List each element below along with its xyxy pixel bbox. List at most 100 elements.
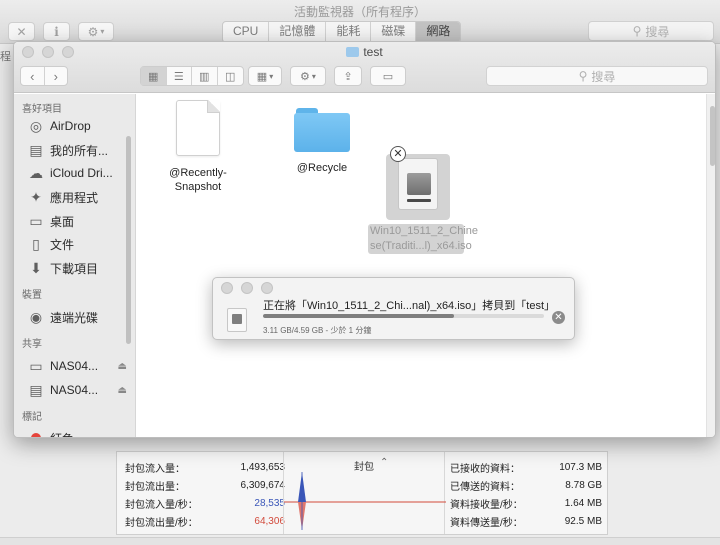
arrange-button[interactable]: ▦ ▾	[248, 66, 282, 86]
file-label: @Recently- Snapshot	[162, 166, 234, 194]
server-icon: ▤	[29, 381, 43, 398]
search-placeholder: 搜尋	[645, 24, 670, 39]
packets-in-row: 封包流入量： 1,493,653	[125, 458, 285, 476]
file-recycle-folder[interactable]: @Recycle	[286, 108, 358, 174]
zoom-window-button[interactable]	[261, 282, 273, 294]
activity-monitor-title: 活動監視器（所有程序）	[293, 5, 426, 19]
sidebar-item-tag-red[interactable]: 紅色	[28, 428, 133, 438]
packets-graph: 封包 ⌃	[283, 452, 446, 534]
sidebar-item-downloads[interactable]: ⬇ 下載項目	[28, 258, 133, 278]
sidebar-item-all-files[interactable]: ▤ 我的所有...	[28, 140, 133, 160]
sidebar-item-label: NAS04...	[50, 359, 99, 373]
chevron-left-icon: ‹	[30, 68, 35, 84]
tab-energy[interactable]: 能耗	[326, 22, 372, 42]
sidebar-item-label: 下載項目	[50, 261, 99, 276]
list-view-button[interactable]: ☰	[167, 67, 192, 85]
data-stats: 已接收的資料： 107.3 MB 已傳送的資料： 8.78 GB 資料接收量/秒： 1…	[450, 458, 602, 530]
sidebar-item-applications[interactable]: ✦ 應用程式	[28, 187, 133, 207]
sidebar-item-label: iCloud Dri...	[50, 166, 113, 180]
close-window-button[interactable]	[221, 282, 233, 294]
info-icon: i	[54, 24, 59, 39]
sidebar-item-label: 應用程式	[50, 190, 99, 205]
dialog-traffic-lights	[221, 282, 273, 294]
sidebar-scrollbar[interactable]	[126, 136, 131, 344]
devices-header: 裝置	[22, 290, 42, 301]
tab-disk[interactable]: 磁碟	[371, 22, 417, 42]
data-received-row: 已接收的資料： 107.3 MB	[450, 458, 602, 476]
sidebar-item-nas-1[interactable]: ▭ NAS04... ⏏	[28, 356, 133, 376]
data-sent-label: 已傳送的資料：	[450, 481, 520, 493]
sidebar-item-remote-disc[interactable]: ◉ 遠端光碟	[28, 307, 133, 327]
back-button[interactable]: ‹	[21, 67, 45, 85]
tab-cpu[interactable]: CPU	[223, 22, 270, 42]
downloads-icon: ⬇	[30, 259, 42, 276]
sidebar-item-icloud-drive[interactable]: ☁ iCloud Dri...	[28, 163, 133, 183]
file-recently-snapshot[interactable]: @Recently- Snapshot	[162, 100, 234, 194]
tab-memory[interactable]: 記憶體	[269, 22, 327, 42]
documents-icon: ▯	[32, 235, 40, 252]
data-sent-sec-label: 資料傳送量/秒：	[450, 517, 523, 529]
packets-out-sec-label: 封包流出量/秒：	[125, 517, 198, 529]
stop-copy-button[interactable]: ✕	[552, 311, 565, 324]
gear-menu-button[interactable]: ⚙ ▾	[78, 22, 114, 41]
folder-icon	[346, 47, 360, 57]
eject-icon[interactable]: ⏏	[118, 385, 127, 396]
airdrop-icon: ◎	[29, 117, 43, 134]
sidebar-item-nas-2[interactable]: ▤ NAS04... ⏏	[28, 380, 133, 400]
inspect-process-button[interactable]: i	[43, 22, 70, 41]
copy-progress-bar	[263, 314, 544, 318]
network-stats-panel: 封包流入量： 1,493,653 封包流出量： 6,309,674 封包流入量/秒：…	[116, 451, 608, 535]
finder-window: test ‹ › ▦ ☰ ▥ ◫ ▦ ▾ ⚙ ▾ ⇪ ▭ ⚲ 搜尋 喜好項目 ◎ Ai…	[13, 41, 716, 438]
grid-icon: ▦	[148, 70, 159, 83]
sidebar-item-airdrop[interactable]: ◎ AirDrop	[28, 116, 133, 136]
packets-out-label: 封包流出量：	[125, 481, 185, 493]
tags-header: 標記	[22, 412, 42, 423]
file-label-line2: Snapshot	[174, 181, 222, 193]
cover-flow-button[interactable]: ◫	[218, 67, 243, 85]
file-label-line2: se(Traditi...l)_x64.iso	[370, 240, 472, 252]
finder-vertical-scrollbar[interactable]	[706, 94, 715, 437]
minimize-window-button[interactable]	[241, 282, 253, 294]
tags-button[interactable]: ▭	[370, 66, 406, 86]
sidebar-item-label: 桌面	[50, 214, 75, 229]
search-icon: ⚲	[578, 69, 588, 83]
disk-image-icon	[227, 308, 247, 332]
file-windows-iso[interactable]: ✕ Win10_1511_2_Chine se(Traditi...l)_x64…	[368, 144, 478, 254]
column-view-button[interactable]: ▥	[192, 67, 218, 85]
packets-in-sec-value: 28,535	[254, 497, 285, 509]
eject-icon[interactable]: ⏏	[118, 361, 127, 372]
sidebar-item-desktop[interactable]: ▭ 桌面	[28, 211, 133, 231]
process-column-header[interactable]: 程	[0, 48, 14, 64]
icon-view-button[interactable]: ▦	[141, 67, 167, 85]
data-received-sec-row: 資料接收量/秒： 1.64 MB	[450, 494, 602, 512]
activity-monitor-search[interactable]: ⚲ 搜尋	[588, 21, 714, 41]
action-button[interactable]: ⚙ ▾	[290, 66, 326, 86]
activity-monitor-controls: ✕ i ⚙ ▾	[8, 22, 114, 41]
data-received-value: 107.3 MB	[559, 461, 602, 473]
chevron-right-icon: ›	[53, 68, 58, 84]
tab-network[interactable]: 網路	[416, 22, 461, 42]
stop-process-button[interactable]: ✕	[8, 22, 35, 41]
sidebar-item-documents[interactable]: ▯ 文件	[28, 234, 133, 254]
sidebar-item-label: 我的所有...	[50, 143, 109, 158]
packets-in-sec-row: 封包流入量/秒： 28,535	[125, 494, 285, 512]
packets-in-sec-label: 封包流入量/秒：	[125, 499, 198, 511]
scrollbar-thumb[interactable]	[710, 106, 715, 166]
packets-out-value: 6,309,674	[240, 479, 286, 491]
finder-titlebar: test ‹ › ▦ ☰ ▥ ◫ ▦ ▾ ⚙ ▾ ⇪ ▭ ⚲ 搜尋	[14, 42, 715, 93]
forward-button[interactable]: ›	[45, 67, 68, 85]
share-button[interactable]: ⇪	[334, 66, 362, 86]
disk-image-icon	[398, 158, 438, 210]
monitor-icon: ▭	[29, 357, 43, 374]
view-mode-control: ▦ ☰ ▥ ◫	[140, 66, 244, 86]
file-label: @Recycle	[296, 162, 348, 174]
sidebar-item-label: 紅色	[50, 430, 74, 438]
finder-title: test	[14, 45, 715, 59]
tag-icon: ▭	[382, 70, 394, 83]
copy-progress-fill	[263, 314, 454, 318]
finder-sidebar: 喜好項目 ◎ AirDrop ▤ 我的所有... ☁ iCloud Dri... ✦ 應…	[14, 94, 136, 438]
finder-search[interactable]: ⚲ 搜尋	[486, 66, 708, 86]
packets-out-sec-value: 64,306	[254, 515, 285, 527]
finder-search-placeholder: 搜尋	[591, 69, 616, 84]
cancel-copy-badge-icon[interactable]: ✕	[390, 146, 406, 162]
